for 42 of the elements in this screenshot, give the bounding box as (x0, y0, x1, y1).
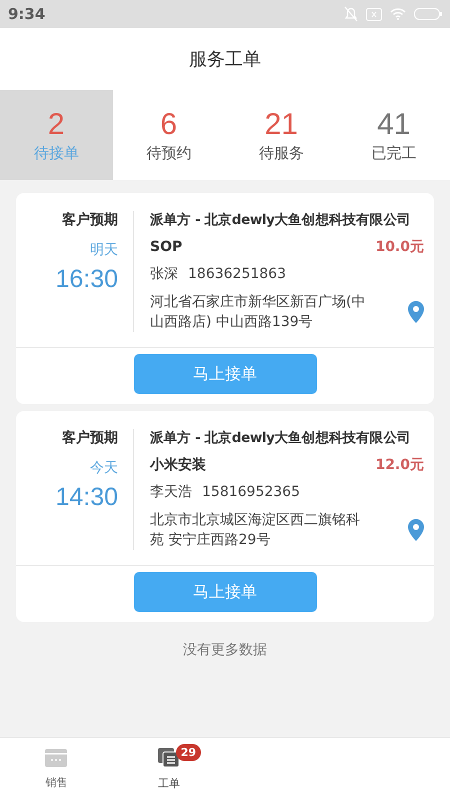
location-pin-icon[interactable] (408, 301, 424, 323)
price-text: 10.0元 (375, 238, 424, 256)
address-text: 北京市北京城区海淀区西二旗铭科苑 安宁庄西路29号 (150, 511, 361, 550)
contact-name: 张深 (150, 265, 178, 283)
sim-card-icon (366, 8, 382, 20)
tab-count: 21 (264, 108, 298, 142)
expected-time: 16:30 (55, 265, 118, 294)
dispatcher-text: 派单方 - 北京dewly大鱼创想科技有限公司 (150, 211, 412, 229)
expected-time: 14:30 (55, 483, 118, 512)
location-pin-icon[interactable] (408, 519, 424, 541)
phone-number: 18636251863 (188, 266, 286, 282)
tab-label: 待服务 (258, 144, 304, 162)
nav-label: 工单 (158, 776, 180, 790)
nav-item[interactable]: 29 工单 (112, 738, 225, 800)
expected-day: 明天 (90, 241, 118, 259)
contact-name: 李天浩 (150, 483, 192, 501)
dispatcher-text: 派单方 - 北京dewly大鱼创想科技有限公司 (150, 429, 412, 447)
service-name: 小米安装 (150, 456, 206, 474)
expected-label: 客户预期 (62, 211, 118, 229)
count-badge: 29 (176, 744, 202, 760)
tab-label: 已完工 (371, 144, 416, 162)
expected-label: 客户预期 (62, 429, 118, 447)
document-list-icon (158, 748, 180, 768)
wifi-icon (390, 8, 406, 20)
nav-label: 销售 (45, 774, 68, 790)
service-name: SOP (150, 239, 182, 255)
phone-number: 15816952365 (202, 484, 300, 500)
battery-icon (414, 8, 442, 20)
tab-label: 待接单 (34, 144, 79, 162)
price-text: 12.0元 (375, 456, 424, 474)
no-more-data-text: 没有更多数据 (183, 641, 267, 659)
tab-count: 6 (160, 108, 178, 142)
tab-count: 41 (377, 108, 410, 142)
address-text: 河北省石家庄市新华区新百广场(中山西路店) 中山西路139号 (150, 293, 366, 332)
nav-item[interactable]: 销售 (0, 738, 112, 800)
store-icon (45, 748, 68, 766)
expected-day: 今天 (90, 459, 118, 477)
tab-count: 2 (48, 108, 65, 142)
tab-label: 待预约 (146, 144, 192, 162)
bell-muted-icon (344, 6, 358, 22)
status-time: 9:34 (8, 5, 46, 23)
page-title: 服务工单 (189, 48, 261, 71)
